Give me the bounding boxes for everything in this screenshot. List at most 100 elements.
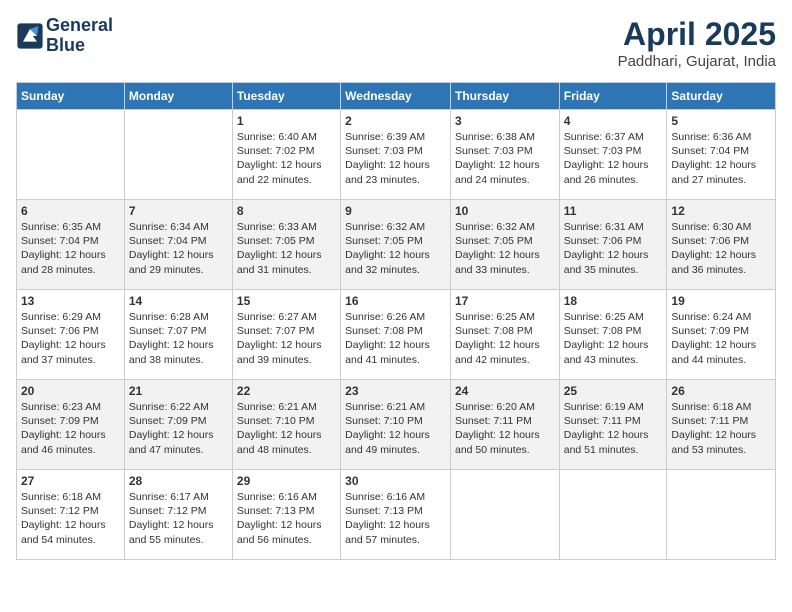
weekday-header: Saturday bbox=[667, 83, 776, 110]
day-number: 4 bbox=[564, 114, 663, 128]
calendar-cell: 20Sunrise: 6:23 AMSunset: 7:09 PMDayligh… bbox=[17, 380, 125, 470]
day-number: 16 bbox=[345, 294, 446, 308]
subtitle: Paddhari, Gujarat, India bbox=[618, 53, 776, 70]
day-number: 12 bbox=[671, 204, 771, 218]
calendar-cell: 22 Sunrise: 6:21 AMSunset: 7:10 PMDayligh… bbox=[232, 380, 340, 470]
calendar-cell: 29 Sunrise: 6:16 AMSunset: 7:13 PMDayligh… bbox=[232, 470, 340, 560]
calendar-cell: 18 Sunrise: 6:25 AMSunset: 7:08 PMDayligh… bbox=[559, 290, 667, 380]
calendar-week-row: 27 Sunrise: 6:18 AMSunset: 7:12 PMDayligh… bbox=[17, 470, 776, 560]
calendar-cell: 26 Sunrise: 6:18 AMSunset: 7:11 PMDayligh… bbox=[667, 380, 776, 470]
calendar-body: 1 Sunrise: 6:40 AMSunset: 7:02 PMDaylight… bbox=[17, 110, 776, 560]
day-number: 8 bbox=[237, 204, 336, 218]
day-info: Sunrise: 6:29 AMSunset: 7:06 PMDaylight:… bbox=[21, 310, 120, 367]
calendar-cell: 16Sunrise: 6:26 AMSunset: 7:08 PMDayligh… bbox=[341, 290, 451, 380]
calendar-cell: 23 Sunrise: 6:21 AMSunset: 7:10 PMDayligh… bbox=[341, 380, 451, 470]
day-number: 27 bbox=[21, 474, 120, 488]
logo-icon bbox=[16, 22, 44, 50]
day-info: Sunrise: 6:21 AMSunset: 7:10 PMDaylight:… bbox=[345, 400, 446, 457]
calendar-week-row: 6 Sunrise: 6:35 AMSunset: 7:04 PMDaylight… bbox=[17, 200, 776, 290]
day-info: Sunrise: 6:18 AMSunset: 7:12 PMDaylight:… bbox=[21, 490, 120, 547]
calendar-table: SundayMondayTuesdayWednesdayThursdayFrid… bbox=[16, 82, 776, 560]
day-info: Sunrise: 6:21 AMSunset: 7:10 PMDaylight:… bbox=[237, 400, 336, 457]
calendar-cell: 24 Sunrise: 6:20 AMSunset: 7:11 PMDayligh… bbox=[450, 380, 559, 470]
day-number: 24 bbox=[455, 384, 555, 398]
calendar-cell: 7Sunrise: 6:34 AMSunset: 7:04 PMDaylight… bbox=[124, 200, 232, 290]
day-number: 6 bbox=[21, 204, 120, 218]
logo-text: General Blue bbox=[46, 16, 113, 56]
day-number: 17 bbox=[455, 294, 555, 308]
calendar-cell: 21 Sunrise: 6:22 AMSunset: 7:09 PMDayligh… bbox=[124, 380, 232, 470]
day-number: 21 bbox=[129, 384, 228, 398]
calendar-week-row: 13 Sunrise: 6:29 AMSunset: 7:06 PMDayligh… bbox=[17, 290, 776, 380]
weekday-header: Monday bbox=[124, 83, 232, 110]
calendar-cell: 17Sunrise: 6:25 AMSunset: 7:08 PMDayligh… bbox=[450, 290, 559, 380]
day-number: 5 bbox=[671, 114, 771, 128]
day-info: Sunrise: 6:38 AMSunset: 7:03 PMDaylight:… bbox=[455, 130, 555, 187]
weekday-header: Friday bbox=[559, 83, 667, 110]
calendar-cell: 12 Sunrise: 6:30 AMSunset: 7:06 PMDayligh… bbox=[667, 200, 776, 290]
day-number: 22 bbox=[237, 384, 336, 398]
day-info: Sunrise: 6:20 AMSunset: 7:11 PMDaylight:… bbox=[455, 400, 555, 457]
day-number: 15 bbox=[237, 294, 336, 308]
day-info: Sunrise: 6:16 AMSunset: 7:13 PMDaylight:… bbox=[237, 490, 336, 547]
weekday-header: Thursday bbox=[450, 83, 559, 110]
day-info: Sunrise: 6:27 AMSunset: 7:07 PMDaylight:… bbox=[237, 310, 336, 367]
day-info: Sunrise: 6:22 AMSunset: 7:09 PMDaylight:… bbox=[129, 400, 228, 457]
day-number: 13 bbox=[21, 294, 120, 308]
calendar-cell: 10 Sunrise: 6:32 AMSunset: 7:05 PMDayligh… bbox=[450, 200, 559, 290]
day-info: Sunrise: 6:23 AMSunset: 7:09 PMDaylight:… bbox=[21, 400, 120, 457]
day-info: Sunrise: 6:33 AMSunset: 7:05 PMDaylight:… bbox=[237, 220, 336, 277]
calendar-cell: 2Sunrise: 6:39 AMSunset: 7:03 PMDaylight… bbox=[341, 110, 451, 200]
day-number: 2 bbox=[345, 114, 446, 128]
day-info: Sunrise: 6:16 AMSunset: 7:13 PMDaylight:… bbox=[345, 490, 446, 547]
day-number: 14 bbox=[129, 294, 228, 308]
day-info: Sunrise: 6:40 AMSunset: 7:02 PMDaylight:… bbox=[237, 130, 336, 187]
calendar-cell bbox=[450, 470, 559, 560]
day-number: 30 bbox=[345, 474, 446, 488]
calendar-cell: 30 Sunrise: 6:16 AMSunset: 7:13 PMDayligh… bbox=[341, 470, 451, 560]
day-info: Sunrise: 6:28 AMSunset: 7:07 PMDaylight:… bbox=[129, 310, 228, 367]
day-info: Sunrise: 6:35 AMSunset: 7:04 PMDaylight:… bbox=[21, 220, 120, 277]
calendar-cell: 1 Sunrise: 6:40 AMSunset: 7:02 PMDaylight… bbox=[232, 110, 340, 200]
weekday-header: Wednesday bbox=[341, 83, 451, 110]
calendar-cell bbox=[124, 110, 232, 200]
calendar-cell: 25Sunrise: 6:19 AMSunset: 7:11 PMDayligh… bbox=[559, 380, 667, 470]
day-number: 18 bbox=[564, 294, 663, 308]
calendar-cell: 28Sunrise: 6:17 AMSunset: 7:12 PMDayligh… bbox=[124, 470, 232, 560]
day-info: Sunrise: 6:30 AMSunset: 7:06 PMDaylight:… bbox=[671, 220, 771, 277]
calendar-cell: 4 Sunrise: 6:37 AMSunset: 7:03 PMDaylight… bbox=[559, 110, 667, 200]
calendar-cell: 15 Sunrise: 6:27 AMSunset: 7:07 PMDayligh… bbox=[232, 290, 340, 380]
calendar-week-row: 20Sunrise: 6:23 AMSunset: 7:09 PMDayligh… bbox=[17, 380, 776, 470]
day-number: 3 bbox=[455, 114, 555, 128]
day-info: Sunrise: 6:37 AMSunset: 7:03 PMDaylight:… bbox=[564, 130, 663, 187]
day-number: 26 bbox=[671, 384, 771, 398]
calendar-cell: 11 Sunrise: 6:31 AMSunset: 7:06 PMDayligh… bbox=[559, 200, 667, 290]
calendar-cell bbox=[17, 110, 125, 200]
day-number: 9 bbox=[345, 204, 446, 218]
calendar-cell: 13 Sunrise: 6:29 AMSunset: 7:06 PMDayligh… bbox=[17, 290, 125, 380]
day-number: 28 bbox=[129, 474, 228, 488]
day-number: 23 bbox=[345, 384, 446, 398]
calendar-cell: 27 Sunrise: 6:18 AMSunset: 7:12 PMDayligh… bbox=[17, 470, 125, 560]
page-header: General Blue April 2025 Paddhari, Gujara… bbox=[16, 16, 776, 70]
day-number: 11 bbox=[564, 204, 663, 218]
day-number: 19 bbox=[671, 294, 771, 308]
calendar-cell: 19Sunrise: 6:24 AMSunset: 7:09 PMDayligh… bbox=[667, 290, 776, 380]
calendar-cell: 8 Sunrise: 6:33 AMSunset: 7:05 PMDaylight… bbox=[232, 200, 340, 290]
calendar-cell: 3 Sunrise: 6:38 AMSunset: 7:03 PMDaylight… bbox=[450, 110, 559, 200]
calendar-header-row: SundayMondayTuesdayWednesdayThursdayFrid… bbox=[17, 83, 776, 110]
calendar-cell: 6 Sunrise: 6:35 AMSunset: 7:04 PMDaylight… bbox=[17, 200, 125, 290]
calendar-cell: 5Sunrise: 6:36 AMSunset: 7:04 PMDaylight… bbox=[667, 110, 776, 200]
main-title: April 2025 bbox=[618, 16, 776, 53]
day-number: 10 bbox=[455, 204, 555, 218]
day-number: 7 bbox=[129, 204, 228, 218]
day-number: 25 bbox=[564, 384, 663, 398]
calendar-cell bbox=[667, 470, 776, 560]
day-info: Sunrise: 6:18 AMSunset: 7:11 PMDaylight:… bbox=[671, 400, 771, 457]
day-number: 29 bbox=[237, 474, 336, 488]
day-number: 1 bbox=[237, 114, 336, 128]
day-info: Sunrise: 6:32 AMSunset: 7:05 PMDaylight:… bbox=[455, 220, 555, 277]
weekday-header: Tuesday bbox=[232, 83, 340, 110]
day-info: Sunrise: 6:31 AMSunset: 7:06 PMDaylight:… bbox=[564, 220, 663, 277]
day-info: Sunrise: 6:25 AMSunset: 7:08 PMDaylight:… bbox=[564, 310, 663, 367]
